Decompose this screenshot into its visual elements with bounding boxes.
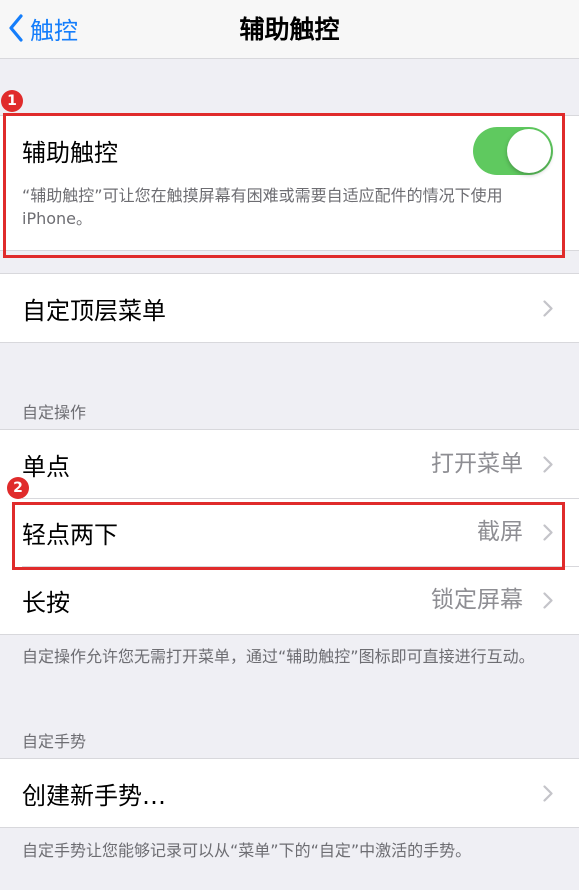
page-title: 辅助触控 (239, 15, 340, 44)
create-new-gesture-row[interactable]: 创建新手势… (0, 759, 579, 827)
annotation-box-1 (3, 113, 565, 258)
custom-gestures-footnote: 自定手势让您能够记录可以从“菜单”下的“自定”中激活的手势。 (22, 841, 472, 860)
annotation-box-2 (12, 502, 565, 570)
custom-gestures-group: 创建新手势… (0, 758, 579, 828)
annotation-badge-2: 2 (7, 477, 29, 499)
custom-actions-header: 自定操作 (22, 403, 87, 422)
single-tap-row[interactable]: 单点 打开菜单 (0, 430, 579, 498)
single-tap-label: 单点 (22, 452, 70, 481)
long-press-row[interactable]: 长按 锁定屏幕 (0, 566, 579, 634)
long-press-label: 长按 (22, 588, 70, 617)
top-menu-group: 自定顶层菜单 (0, 273, 579, 343)
customize-top-menu-label: 自定顶层菜单 (22, 296, 166, 325)
navigation-bar: 触控 辅助触控 (0, 0, 579, 59)
chevron-right-icon (543, 592, 553, 609)
customize-top-menu-row[interactable]: 自定顶层菜单 (0, 274, 579, 342)
create-new-gesture-label: 创建新手势… (22, 781, 166, 810)
chevron-right-icon (543, 456, 553, 473)
custom-gestures-header: 自定手势 (22, 732, 87, 751)
chevron-right-icon (543, 785, 553, 802)
custom-actions-footnote: 自定操作允许您无需打开菜单，通过“辅助触控”图标即可直接进行互动。 (22, 647, 535, 666)
single-tap-value: 打开菜单 (431, 451, 523, 477)
annotation-badge-1: 1 (1, 90, 23, 112)
chevron-right-icon (543, 300, 553, 317)
long-press-value: 锁定屏幕 (431, 587, 523, 613)
